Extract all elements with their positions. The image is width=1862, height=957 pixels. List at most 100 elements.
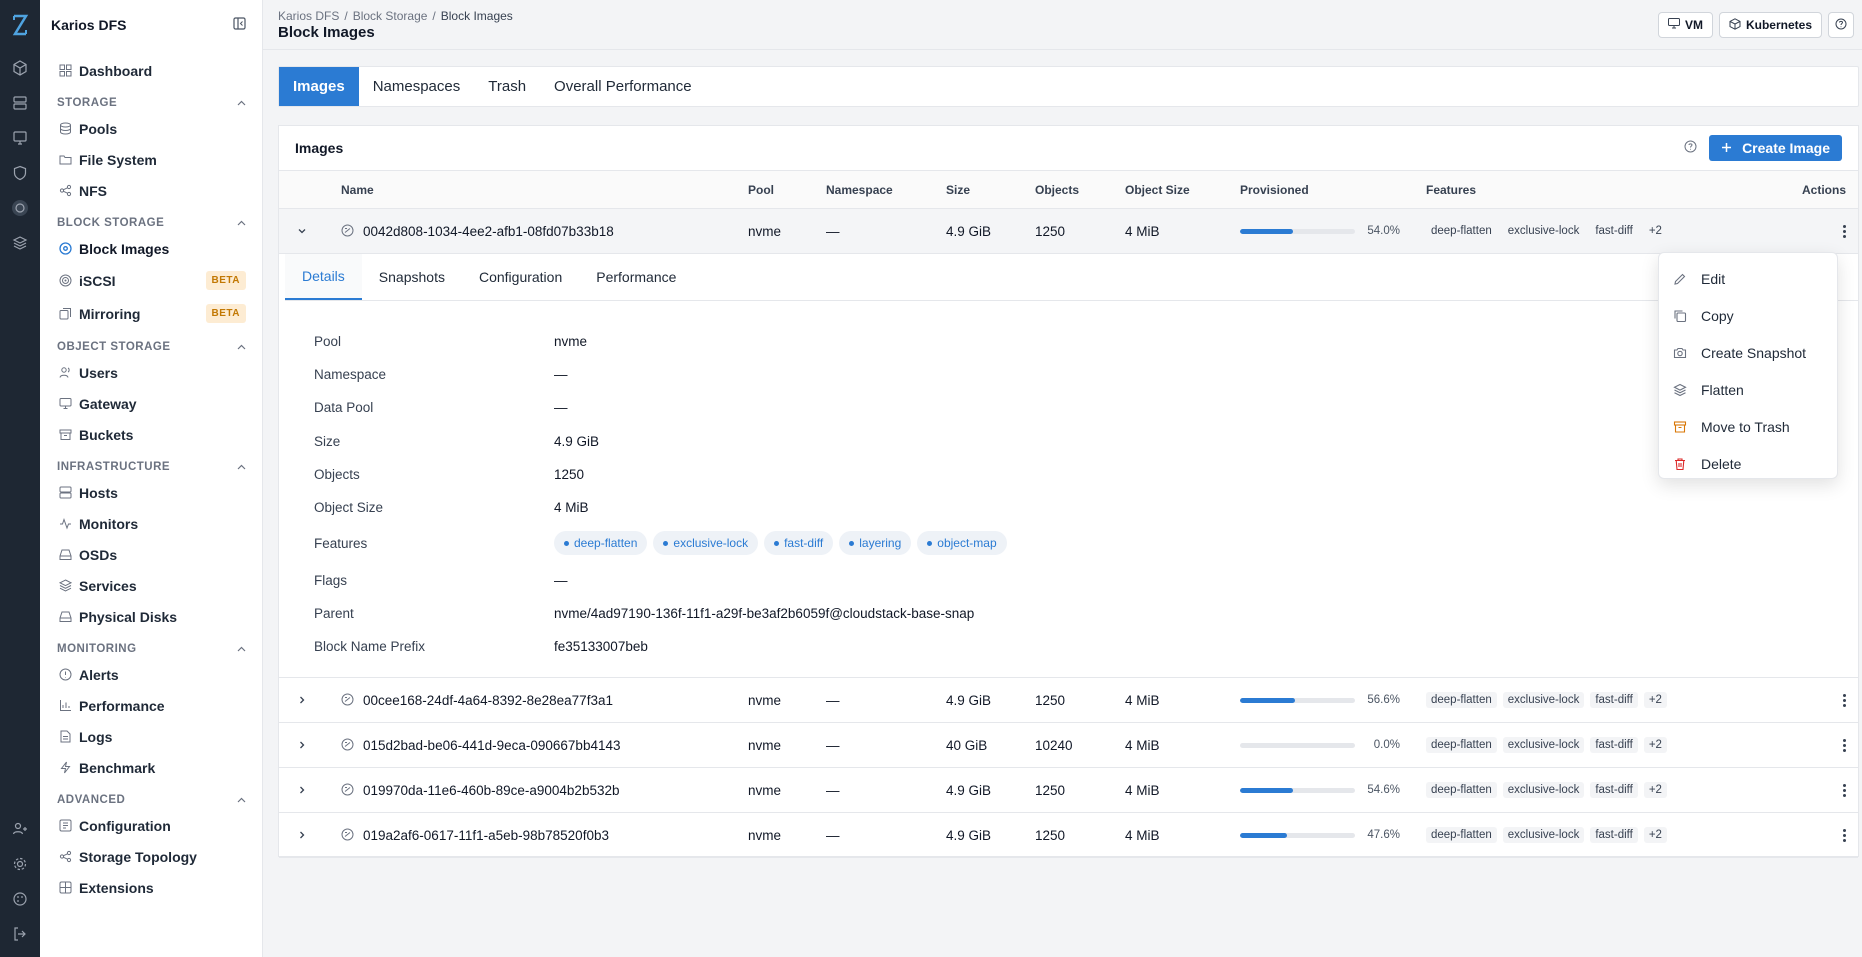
row-actions-button[interactable]: [1842, 813, 1846, 857]
expand-row-icon[interactable]: [297, 723, 317, 767]
sidebar-section-storage[interactable]: STORAGE: [40, 93, 262, 113]
row-actions-button[interactable]: [1842, 768, 1846, 812]
kubernetes-button[interactable]: Kubernetes: [1718, 12, 1822, 38]
feature-more-tag[interactable]: +2: [1643, 782, 1667, 798]
menu-item-edit[interactable]: Edit: [1659, 260, 1837, 297]
alert-circle-icon: [58, 667, 73, 682]
tab-images[interactable]: Images: [279, 67, 359, 106]
feature-more-tag[interactable]: +2: [1643, 737, 1667, 753]
sidebar-item-services[interactable]: Services: [40, 570, 262, 601]
sidebar-item-configuration[interactable]: Configuration: [40, 810, 262, 841]
chevron-up-icon: [237, 643, 246, 655]
sidebar-collapse-icon[interactable]: [233, 17, 246, 33]
table-row[interactable]: 019a2af6-0617-11f1-a5eb-98b78520f0b3 nvm…: [279, 813, 1858, 858]
image-name[interactable]: 019970da-11e6-460b-89ce-a9004b2b532b: [363, 783, 619, 798]
column-header-pool[interactable]: Pool: [748, 171, 774, 208]
detail-tab-snapshots[interactable]: Snapshots: [362, 254, 462, 300]
tab-overall-performance[interactable]: Overall Performance: [540, 67, 706, 106]
help-circle-icon[interactable]: [1684, 140, 1697, 156]
row-actions-button[interactable]: [1842, 723, 1846, 767]
sidebar-item-benchmark[interactable]: Benchmark: [40, 752, 262, 783]
table-row[interactable]: 015d2bad-be06-441d-9eca-090667bb4143 nvm…: [279, 723, 1858, 768]
menu-item-delete[interactable]: Delete: [1659, 445, 1837, 482]
table-row[interactable]: 0042d808-1034-4ee2-afb1-08fd07b33b18 nvm…: [279, 209, 1858, 254]
feature-more-tag[interactable]: +2: [1644, 223, 1667, 239]
cube-icon[interactable]: [0, 50, 40, 85]
sidebar-item-iscsi[interactable]: iSCSI BETA: [40, 264, 262, 297]
sidebar-item-monitors[interactable]: Monitors: [40, 508, 262, 539]
sidebar-item-alerts[interactable]: Alerts: [40, 659, 262, 690]
column-header-provisioned[interactable]: Provisioned: [1240, 171, 1400, 208]
gear-icon[interactable]: [0, 846, 40, 881]
help-button[interactable]: [1828, 12, 1854, 38]
collapse-row-icon[interactable]: [297, 209, 317, 253]
beta-badge: BETA: [205, 304, 246, 323]
tab-trash[interactable]: Trash: [474, 67, 540, 106]
detail-tab-details[interactable]: Details: [285, 254, 362, 300]
table-row[interactable]: 019970da-11e6-460b-89ce-a9004b2b532b nvm…: [279, 768, 1858, 813]
detail-tab-configuration[interactable]: Configuration: [462, 254, 579, 300]
sidebar-section-infrastructure[interactable]: INFRASTRUCTURE: [40, 457, 262, 477]
sidebar-section-object-storage[interactable]: OBJECT STORAGE: [40, 337, 262, 357]
image-name[interactable]: 019a2af6-0617-11f1-a5eb-98b78520f0b3: [363, 828, 609, 843]
monitor-icon[interactable]: [0, 120, 40, 155]
chevron-up-icon: [237, 217, 246, 229]
detail-tab-performance[interactable]: Performance: [579, 254, 693, 300]
breadcrumb-link[interactable]: Block Storage: [353, 9, 428, 23]
storage-active-icon[interactable]: [0, 190, 40, 225]
app-logo[interactable]: [0, 0, 40, 50]
menu-item-move-to-trash[interactable]: Move to Trash: [1659, 408, 1837, 445]
sidebar-item-physical-disks[interactable]: Physical Disks: [40, 601, 262, 632]
row-actions-button[interactable]: [1842, 678, 1846, 722]
column-header-namespace[interactable]: Namespace: [826, 171, 893, 208]
expand-row-icon[interactable]: [297, 813, 317, 857]
sidebar-item-mirroring[interactable]: Mirroring BETA: [40, 297, 262, 330]
server-icon[interactable]: [0, 85, 40, 120]
layers-icon[interactable]: [0, 225, 40, 260]
sidebar-item-extensions[interactable]: Extensions: [40, 872, 262, 903]
sidebar-item-block-images[interactable]: Block Images: [40, 233, 262, 264]
sidebar-item-osds[interactable]: OSDs: [40, 539, 262, 570]
feature-more-tag[interactable]: +2: [1643, 692, 1667, 708]
column-header-objects[interactable]: Objects: [1035, 171, 1079, 208]
users-icon[interactable]: [0, 811, 40, 846]
sidebar-item-performance[interactable]: Performance: [40, 690, 262, 721]
create-image-button[interactable]: Create Image: [1709, 135, 1842, 161]
table-row[interactable]: 00cee168-24df-4a64-8392-8e28ea77f3a1 nvm…: [279, 678, 1858, 723]
expand-row-icon[interactable]: [297, 678, 317, 722]
feature-more-tag[interactable]: +2: [1643, 827, 1667, 843]
breadcrumb-link[interactable]: Karios DFS: [278, 9, 339, 23]
logout-icon[interactable]: [0, 916, 40, 951]
sidebar-item-nfs[interactable]: NFS: [40, 175, 262, 206]
menu-item-create-snapshot[interactable]: Create Snapshot: [1659, 334, 1837, 371]
column-header-name[interactable]: Name: [341, 171, 374, 208]
column-header-object-size[interactable]: Object Size: [1125, 171, 1190, 208]
sidebar-item-buckets[interactable]: Buckets: [40, 419, 262, 450]
sidebar-section-advanced[interactable]: ADVANCED: [40, 790, 262, 810]
column-header-size[interactable]: Size: [946, 171, 970, 208]
tab-namespaces[interactable]: Namespaces: [359, 67, 475, 106]
image-name[interactable]: 00cee168-24df-4a64-8392-8e28ea77f3a1: [363, 693, 613, 708]
vm-button[interactable]: VM: [1657, 12, 1713, 38]
sidebar-item-file-system[interactable]: File System: [40, 144, 262, 175]
palette-icon[interactable]: [0, 881, 40, 916]
sidebar-item-dashboard[interactable]: Dashboard: [40, 55, 262, 86]
sidebar-item-logs[interactable]: Logs: [40, 721, 262, 752]
expand-row-icon[interactable]: [297, 768, 317, 812]
column-header-features[interactable]: Features: [1426, 171, 1476, 208]
menu-item-flatten[interactable]: Flatten: [1659, 371, 1837, 408]
sidebar-item-storage-topology[interactable]: Storage Topology: [40, 841, 262, 872]
sidebar-section-monitoring[interactable]: MONITORING: [40, 639, 262, 659]
sidebar-item-pools[interactable]: Pools: [40, 113, 262, 144]
detail-value: 1250: [554, 466, 585, 482]
sidebar-section-block-storage[interactable]: BLOCK STORAGE: [40, 213, 262, 233]
shield-icon[interactable]: [0, 155, 40, 190]
image-name[interactable]: 015d2bad-be06-441d-9eca-090667bb4143: [363, 738, 620, 753]
detail-value: 4.9 GiB: [554, 433, 600, 449]
sidebar-item-users[interactable]: Users: [40, 357, 262, 388]
sidebar-item-hosts[interactable]: Hosts: [40, 477, 262, 508]
row-actions-button[interactable]: [1842, 209, 1846, 253]
menu-item-copy[interactable]: Copy: [1659, 297, 1837, 334]
sidebar-item-gateway[interactable]: Gateway: [40, 388, 262, 419]
image-name[interactable]: 0042d808-1034-4ee2-afb1-08fd07b33b18: [363, 224, 614, 239]
